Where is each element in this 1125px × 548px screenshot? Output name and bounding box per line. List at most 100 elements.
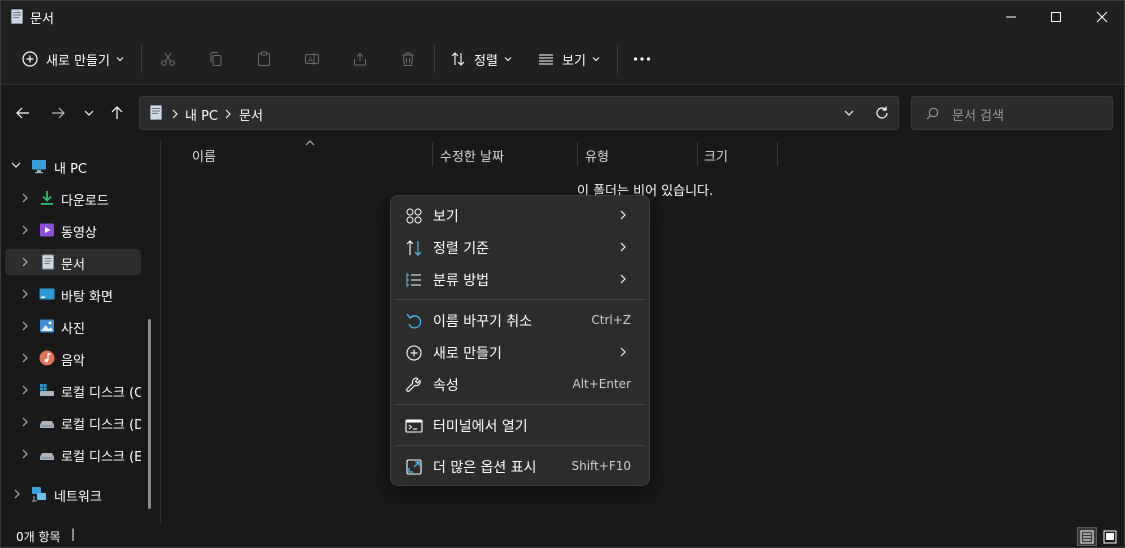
menu-separator	[395, 445, 645, 446]
sidebar-item-downloads[interactable]: 다운로드	[5, 185, 141, 211]
sidebar-item-local-disk-d[interactable]: 로컬 디스크 (D:	[5, 409, 141, 435]
chevron-right-icon	[22, 289, 28, 299]
chevron-right-icon	[22, 385, 28, 395]
column-header-date-modified[interactable]: 수정한 날짜	[440, 146, 504, 165]
menu-item-open-in-terminal[interactable]: 터미널에서 열기	[395, 410, 645, 440]
sidebar-item-label: 사진	[61, 322, 85, 337]
chevron-right-icon	[620, 347, 626, 357]
sidebar-item-network[interactable]: 네트워크	[5, 481, 141, 507]
chevron-right-icon	[172, 109, 178, 119]
sidebar-item-documents[interactable]: 문서	[5, 249, 141, 275]
menu-item-label: 분류 방법	[433, 273, 489, 289]
paste-icon	[258, 51, 270, 66]
column-header-type[interactable]: 유형	[585, 146, 609, 165]
expand-icon	[406, 459, 422, 475]
sidebar-item-label: 로컬 디스크 (C:	[61, 386, 141, 401]
rename-button[interactable]: A	[297, 43, 327, 75]
breadcrumb-this-pc[interactable]: 내 PC	[185, 105, 218, 124]
column-separator[interactable]	[777, 142, 778, 166]
chevron-right-icon	[22, 225, 28, 235]
sidebar-item-videos[interactable]: 동영상	[5, 217, 141, 243]
terminal-icon	[405, 419, 423, 433]
command-bar: 새로 만들기 A 정렬 보기	[1, 33, 1124, 85]
undo-icon	[406, 313, 422, 329]
menu-item-undo-rename[interactable]: 이름 바꾸기 취소 Ctrl+Z	[395, 305, 645, 335]
chevron-right-icon	[22, 193, 28, 203]
menu-item-label: 이름 바꾸기 취소	[433, 314, 533, 330]
menu-item-label: 새로 만들기	[433, 346, 502, 362]
paste-button[interactable]	[249, 43, 279, 75]
title-bar: 문서	[1, 1, 1124, 33]
window-title: 문서	[30, 12, 54, 27]
large-icons-view-button[interactable]	[1100, 527, 1120, 546]
sidebar-item-local-disk-c[interactable]: 로컬 디스크 (C:	[5, 377, 141, 403]
view-button[interactable]: 보기	[533, 43, 605, 75]
forward-button[interactable]	[46, 101, 70, 125]
more-icon	[633, 57, 651, 61]
navigation-pane: 내 PC 다운로드 동영상 문서 바탕 화면 사진 음악 로컬 디스크 (C: …	[1, 140, 161, 524]
share-button[interactable]	[345, 43, 375, 75]
sidebar-item-this-pc[interactable]: 내 PC	[5, 153, 141, 179]
menu-item-shortcut: Alt+Enter	[572, 377, 631, 391]
chevron-right-icon	[225, 109, 231, 119]
menu-item-properties[interactable]: 속성 Alt+Enter	[395, 369, 645, 399]
download-icon	[41, 191, 53, 205]
trash-icon	[402, 52, 414, 66]
column-separator[interactable]	[577, 142, 578, 166]
search-box[interactable]: 문서 검색	[911, 96, 1113, 130]
menu-item-group-by[interactable]: 분류 방법	[395, 264, 645, 294]
drive-icon	[40, 453, 54, 460]
sidebar-item-local-disk-e[interactable]: 로컬 디스크 (E:	[5, 441, 141, 467]
sidebar-item-music[interactable]: 음악	[5, 345, 141, 371]
address-bar[interactable]: 내 PC 문서	[139, 96, 899, 130]
toolbar-separator	[141, 44, 142, 74]
menu-item-label: 속성	[433, 378, 459, 394]
sidebar-scrollbar[interactable]	[148, 319, 151, 509]
cut-button[interactable]	[153, 43, 183, 75]
group-list-icon	[406, 273, 421, 287]
menu-item-sort-by[interactable]: 정렬 기준	[395, 232, 645, 262]
chevron-down-icon[interactable]	[843, 109, 855, 119]
recent-locations-button[interactable]	[77, 101, 101, 125]
refresh-icon[interactable]	[874, 105, 890, 121]
menu-item-new[interactable]: 새로 만들기	[395, 337, 645, 367]
chevron-right-icon	[14, 489, 20, 499]
menu-item-view[interactable]: 보기	[395, 200, 645, 230]
sort-button[interactable]: 정렬	[445, 43, 517, 75]
chevron-right-icon	[620, 274, 626, 284]
column-separator[interactable]	[432, 142, 433, 166]
menu-item-label: 터미널에서 열기	[433, 419, 528, 435]
sidebar-item-label: 로컬 디스크 (E:	[61, 450, 141, 465]
minimize-button[interactable]	[988, 1, 1034, 33]
back-button[interactable]	[11, 101, 35, 125]
column-separator[interactable]	[697, 142, 698, 166]
item-count: 0개 항목	[16, 530, 61, 544]
arrow-up-icon	[111, 106, 123, 119]
maximize-icon	[1051, 12, 1061, 22]
status-bar: 0개 항목 |	[1, 524, 1124, 547]
maximize-button[interactable]	[1033, 1, 1079, 33]
menu-separator	[395, 404, 645, 405]
sidebar-item-desktop[interactable]: 바탕 화면	[5, 281, 141, 307]
delete-button[interactable]	[393, 43, 423, 75]
sort-icon	[451, 52, 465, 66]
menu-item-show-more-options[interactable]: 더 많은 옵션 표시 Shift+F10	[395, 451, 645, 481]
up-button[interactable]	[105, 101, 129, 125]
chevron-down-icon	[504, 57, 512, 62]
arrow-left-icon	[16, 107, 29, 119]
search-placeholder: 문서 검색	[952, 109, 1004, 124]
details-view-button[interactable]	[1077, 527, 1097, 546]
desktop-icon	[39, 288, 55, 300]
more-options-button[interactable]	[627, 43, 657, 75]
system-drive-icon	[40, 384, 54, 396]
column-header-name[interactable]: 이름	[192, 146, 216, 165]
list-view-icon	[539, 54, 554, 65]
close-button[interactable]	[1079, 1, 1124, 33]
preview-view-icon	[1103, 530, 1117, 543]
sidebar-item-pictures[interactable]: 사진	[5, 313, 141, 339]
chevron-down-icon	[116, 57, 124, 62]
breadcrumb-documents[interactable]: 문서	[239, 105, 263, 124]
new-button[interactable]: 새로 만들기	[15, 43, 131, 75]
copy-button[interactable]	[201, 43, 231, 75]
column-header-size[interactable]: 크기	[704, 146, 728, 165]
